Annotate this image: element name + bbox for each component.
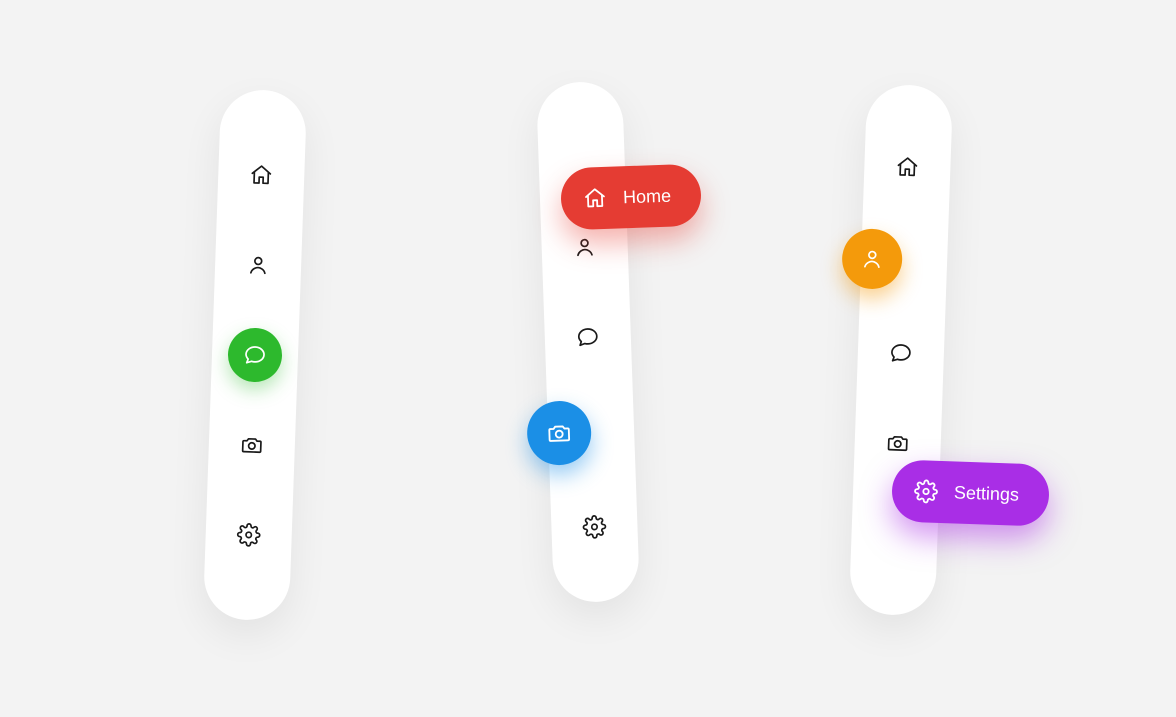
nav-settings[interactable] [567, 499, 623, 555]
chat-icon [243, 343, 268, 368]
chat-icon [888, 341, 913, 366]
home-icon [583, 186, 608, 211]
settings-icon [914, 479, 939, 504]
sidebar-2 [536, 81, 640, 604]
nav-camera[interactable] [224, 417, 280, 473]
nav-settings[interactable] [221, 507, 277, 563]
sidebar-1 [203, 89, 307, 622]
home-icon [895, 155, 920, 180]
settings-icon [582, 514, 607, 539]
flyout-settings[interactable]: Settings [891, 459, 1050, 526]
nav-chat[interactable] [227, 327, 283, 383]
profile-icon [860, 247, 885, 272]
nav-profile[interactable] [230, 237, 286, 293]
sidebar-3 [849, 84, 953, 617]
home-icon [249, 163, 274, 188]
nav-profile[interactable] [841, 228, 903, 290]
camera-icon [885, 431, 910, 456]
flyout-home-label: Home [623, 185, 672, 208]
profile-icon [246, 253, 271, 278]
nav-camera[interactable] [526, 400, 592, 466]
profile-icon [572, 235, 597, 260]
camera-icon [239, 433, 264, 458]
nav-chat[interactable] [560, 309, 616, 365]
nav-home[interactable] [879, 139, 935, 195]
flyout-home[interactable]: Home [560, 164, 702, 231]
settings-icon [236, 522, 261, 547]
nav-home[interactable] [233, 147, 289, 203]
camera-icon [546, 420, 573, 447]
chat-icon [575, 325, 600, 350]
nav-chat[interactable] [873, 325, 929, 381]
flyout-settings-label: Settings [954, 482, 1020, 505]
